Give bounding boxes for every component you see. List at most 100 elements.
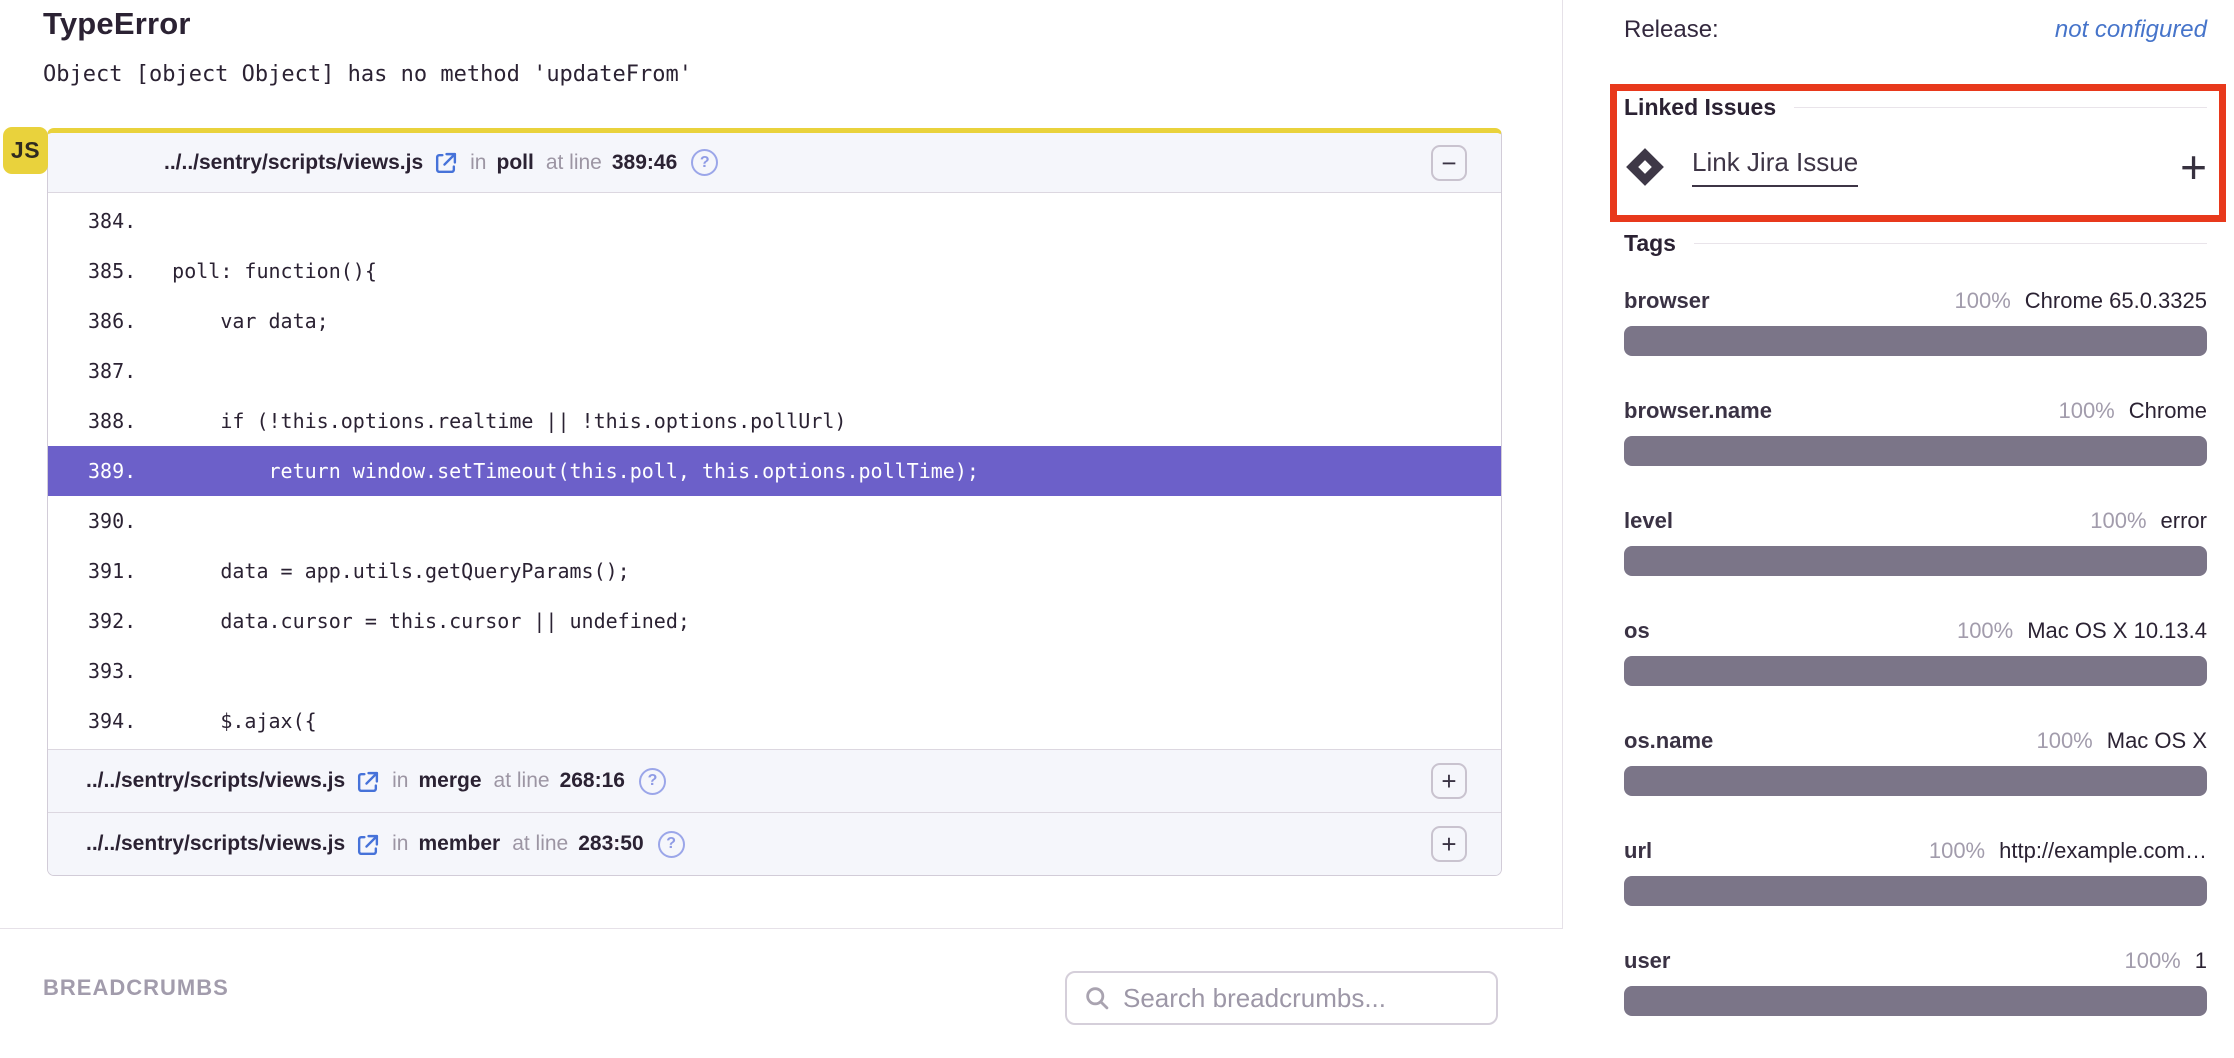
collapse-frame-button[interactable]: −: [1431, 145, 1467, 181]
search-breadcrumbs-input[interactable]: [1123, 983, 1480, 1014]
source-context: 384. 385. poll: function(){ 386. var dat…: [48, 193, 1501, 749]
frame-at-label: at line: [546, 151, 602, 175]
linked-issues-heading: Linked Issues: [1624, 94, 1776, 121]
tags-heading: Tags: [1624, 230, 1676, 257]
frame-at-label: at line: [512, 832, 568, 856]
tag-value-link[interactable]: Mac OS X 10.13.4: [2027, 618, 2207, 644]
frame-line-number: 268:16: [560, 769, 625, 793]
tags-section-title: Tags: [1624, 230, 2207, 257]
stack-frame-header-member[interactable]: ../../sentry/scripts/views.js in member …: [48, 812, 1501, 875]
search-icon: [1083, 984, 1111, 1012]
frame-function: poll: [497, 151, 534, 175]
tag-key: os: [1624, 618, 1650, 644]
tag-row-os-name: os.name 100% Mac OS X: [1624, 728, 2207, 796]
tag-distribution-bar: [1624, 656, 2207, 686]
tag-percent: 100%: [2090, 508, 2146, 534]
release-not-configured-link[interactable]: not configured: [2055, 16, 2207, 44]
tag-row-browser: browser 100% Chrome 65.0.3325: [1624, 288, 2207, 356]
external-link-icon[interactable]: [355, 833, 380, 858]
frame-line-number: 389:46: [612, 151, 677, 175]
code-line: 390.: [48, 496, 1501, 546]
tag-value-link[interactable]: 1: [2195, 948, 2207, 974]
tag-percent: 100%: [1954, 288, 2010, 314]
frame-at-label: at line: [494, 769, 550, 793]
release-row: Release: not configured: [1624, 16, 2207, 44]
tag-distribution-bar: [1624, 766, 2207, 796]
tag-key: url: [1624, 838, 1652, 864]
external-link-icon[interactable]: [355, 770, 380, 795]
tag-distribution-bar: [1624, 436, 2207, 466]
main-column: TypeError Object [object Object] has no …: [0, 0, 1563, 1050]
tag-row-url: url 100% http://example.com…: [1624, 838, 2207, 906]
tag-key: browser.name: [1624, 398, 1772, 424]
tag-percent: 100%: [2036, 728, 2092, 754]
platform-js-badge: JS: [3, 127, 48, 174]
code-line: 388. if (!this.options.realtime || !this…: [48, 396, 1501, 446]
external-link-icon[interactable]: [433, 151, 458, 176]
expand-frame-button[interactable]: +: [1431, 763, 1467, 799]
sidebar: Release: not configured Linked Issues Li…: [1564, 0, 2234, 1050]
jira-icon: [1624, 146, 1666, 188]
tag-distribution-bar: [1624, 326, 2207, 356]
tag-value-link[interactable]: Chrome 65.0.3325: [2025, 288, 2207, 314]
breadcrumbs-section: BREADCRUMBS: [0, 928, 1563, 1050]
event-detail-page: TypeError Object [object Object] has no …: [0, 0, 2234, 1050]
tag-value-link[interactable]: Mac OS X: [2107, 728, 2207, 754]
stacktrace-container: JS ../../sentry/scripts/views.js in poll…: [47, 128, 1502, 876]
tag-percent: 100%: [2124, 948, 2180, 974]
tag-key: browser: [1624, 288, 1710, 314]
code-line: 394. $.ajax({: [48, 696, 1501, 746]
tag-value-link[interactable]: http://example.com…: [1999, 838, 2207, 864]
link-jira-issue-row: Link Jira Issue +: [1624, 146, 2207, 188]
tags-list: browser 100% Chrome 65.0.3325 browser.na…: [1624, 288, 2207, 1058]
tag-key: level: [1624, 508, 1673, 534]
frame-in-label: in: [392, 769, 408, 793]
code-line-highlighted: 389. return window.setTimeout(this.poll,…: [48, 446, 1501, 496]
code-line: 393.: [48, 646, 1501, 696]
tag-percent: 100%: [1957, 618, 2013, 644]
frame-in-label: in: [392, 832, 408, 856]
expand-frame-button[interactable]: +: [1431, 826, 1467, 862]
tag-row-browser-name: browser.name 100% Chrome: [1624, 398, 2207, 466]
frame-function: merge: [419, 769, 482, 793]
tag-row-level: level 100% error: [1624, 508, 2207, 576]
error-title: TypeError: [43, 6, 191, 42]
code-line: 391. data = app.utils.getQueryParams();: [48, 546, 1501, 596]
help-icon[interactable]: ?: [639, 768, 666, 795]
section-divider-rule: [1694, 243, 2207, 244]
stack-frame-header-merge[interactable]: ../../sentry/scripts/views.js in merge a…: [48, 749, 1501, 812]
link-jira-issue-link[interactable]: Link Jira Issue: [1692, 147, 1858, 187]
tag-distribution-bar: [1624, 546, 2207, 576]
tag-distribution-bar: [1624, 986, 2207, 1016]
tag-value-link[interactable]: error: [2161, 508, 2207, 534]
tag-percent: 100%: [2058, 398, 2114, 424]
tag-percent: 100%: [1929, 838, 1985, 864]
section-divider-rule: [1794, 107, 2207, 108]
frame-path: ../../sentry/scripts/views.js: [86, 832, 345, 856]
breadcrumbs-heading: BREADCRUMBS: [43, 975, 229, 1001]
frame-path: ../../sentry/scripts/views.js: [164, 151, 423, 175]
code-line: 392. data.cursor = this.cursor || undefi…: [48, 596, 1501, 646]
tag-key: user: [1624, 948, 1670, 974]
tag-row-user: user 100% 1: [1624, 948, 2207, 1016]
tag-row-os: os 100% Mac OS X 10.13.4: [1624, 618, 2207, 686]
help-icon[interactable]: ?: [691, 149, 718, 176]
add-linked-issue-button[interactable]: +: [2180, 149, 2207, 186]
tag-key: os.name: [1624, 728, 1713, 754]
frame-function: member: [419, 832, 501, 856]
code-line: 385. poll: function(){: [48, 246, 1501, 296]
frame-line-number: 283:50: [578, 832, 643, 856]
code-line: 387.: [48, 346, 1501, 396]
stack-frame-header-poll[interactable]: ../../sentry/scripts/views.js in poll at…: [48, 133, 1501, 193]
tag-value-link[interactable]: Chrome: [2129, 398, 2207, 424]
error-message: Object [object Object] has no method 'up…: [43, 62, 692, 87]
tag-distribution-bar: [1624, 876, 2207, 906]
code-line: 384.: [48, 196, 1501, 246]
frame-in-label: in: [470, 151, 486, 175]
code-line: 386. var data;: [48, 296, 1501, 346]
help-icon[interactable]: ?: [658, 831, 685, 858]
release-label: Release:: [1624, 16, 1719, 44]
breadcrumbs-search-box[interactable]: [1065, 971, 1498, 1025]
linked-issues-section-title: Linked Issues: [1624, 94, 2207, 121]
frame-path: ../../sentry/scripts/views.js: [86, 769, 345, 793]
